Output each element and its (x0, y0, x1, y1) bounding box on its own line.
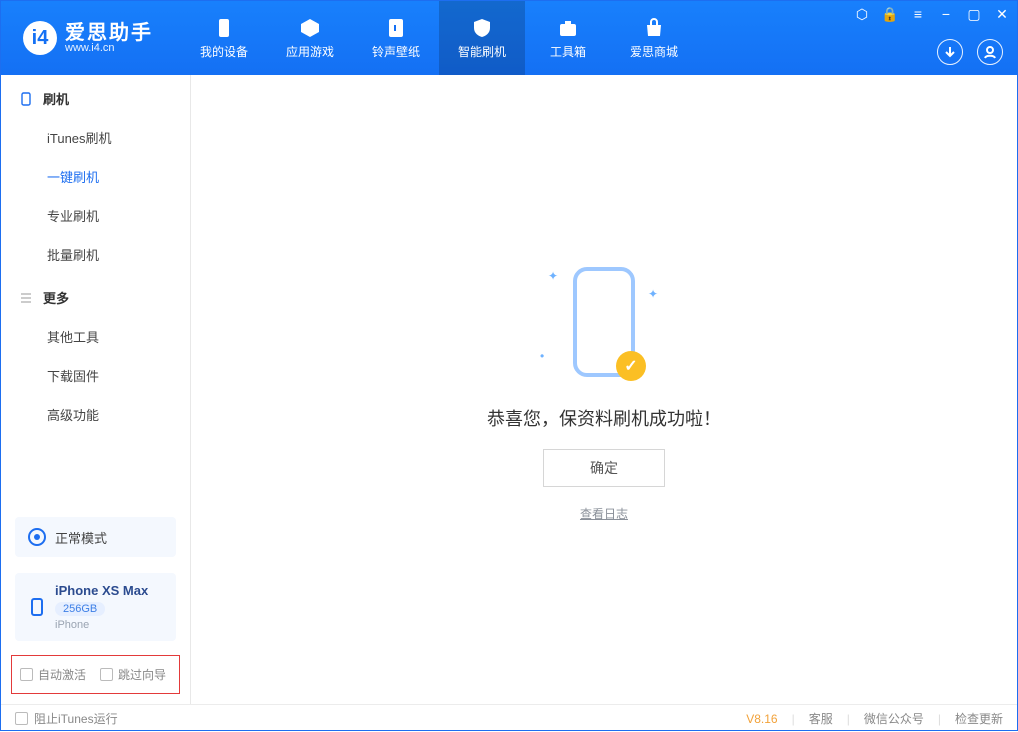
block-itunes-checkbox[interactable]: 阻止iTunes运行 (15, 710, 118, 727)
skip-guide-checkbox[interactable]: 跳过向导 (100, 666, 166, 683)
device-card[interactable]: iPhone XS Max 256GB iPhone (15, 573, 176, 641)
app-logo: i4 爱思助手 www.i4.cn (1, 1, 171, 75)
success-illustration: ✦ ✦ • ✓ (524, 257, 684, 387)
nav-flash[interactable]: 智能刷机 (439, 1, 525, 75)
ok-button[interactable]: 确定 (543, 449, 665, 487)
nav-ringtones[interactable]: 铃声壁纸 (353, 1, 439, 75)
window-controls: ⬡ 🔒 ≡ − ▢ ✕ (855, 7, 1009, 21)
checkbox-icon (100, 668, 113, 681)
lock-icon[interactable]: 🔒 (883, 7, 897, 21)
sidebar-group-more: 更多 (1, 274, 190, 317)
mode-card[interactable]: 正常模式 (15, 517, 176, 557)
close-icon[interactable]: ✕ (995, 7, 1009, 21)
top-nav: 我的设备 应用游戏 铃声壁纸 智能刷机 工具箱 爱思商城 (181, 1, 697, 75)
sparkle-icon: ✦ (648, 287, 658, 301)
shield-refresh-icon (471, 17, 493, 39)
device-type: iPhone (55, 619, 148, 631)
sparkle-icon: ✦ (548, 269, 558, 283)
device-name: iPhone XS Max (55, 583, 148, 598)
sidebar-item-download-firmware[interactable]: 下载固件 (1, 356, 190, 395)
nav-apps-games[interactable]: 应用游戏 (267, 1, 353, 75)
view-log-link[interactable]: 查看日志 (580, 505, 628, 522)
menu-icon[interactable]: ≡ (911, 7, 925, 21)
sidebar-item-itunes-flash[interactable]: iTunes刷机 (1, 118, 190, 157)
app-header: i4 爱思助手 www.i4.cn 我的设备 应用游戏 铃声壁纸 智能刷机 工具… (1, 1, 1017, 75)
sidebar-item-other-tools[interactable]: 其他工具 (1, 317, 190, 356)
nav-store[interactable]: 爱思商城 (611, 1, 697, 75)
mode-label: 正常模式 (55, 528, 107, 547)
app-url: www.i4.cn (65, 43, 153, 54)
logo-icon: i4 (23, 21, 57, 55)
app-name: 爱思助手 (65, 23, 153, 43)
sidebar-group-flash: 刷机 (1, 75, 190, 118)
phone-outline-icon (19, 92, 33, 106)
sidebar-item-batch-flash[interactable]: 批量刷机 (1, 235, 190, 274)
checkbox-icon (20, 668, 33, 681)
success-message: 恭喜您，保资料刷机成功啦！ (487, 405, 721, 431)
sidebar-item-pro-flash[interactable]: 专业刷机 (1, 196, 190, 235)
nav-toolbox[interactable]: 工具箱 (525, 1, 611, 75)
header-right-actions (937, 39, 1003, 65)
mode-icon (27, 527, 47, 547)
download-button[interactable] (937, 39, 963, 65)
shirt-icon[interactable]: ⬡ (855, 7, 869, 21)
list-icon (19, 291, 33, 305)
footer-link-wechat[interactable]: 微信公众号 (864, 710, 924, 727)
auto-activate-checkbox[interactable]: 自动激活 (20, 666, 86, 683)
sidebar: 刷机 iTunes刷机 一键刷机 专业刷机 批量刷机 更多 其他工具 下载固件 … (1, 75, 191, 704)
check-badge-icon: ✓ (616, 351, 646, 381)
user-button[interactable] (977, 39, 1003, 65)
sparkle-icon: • (540, 349, 544, 363)
checkbox-icon (15, 712, 28, 725)
sidebar-item-onekey-flash[interactable]: 一键刷机 (1, 157, 190, 196)
toolbox-icon (557, 17, 579, 39)
music-file-icon (385, 17, 407, 39)
main-content: ✦ ✦ • ✓ 恭喜您，保资料刷机成功啦！ 确定 查看日志 (191, 75, 1017, 704)
bottom-options-highlight: 自动激活 跳过向导 (11, 655, 180, 694)
device-icon (27, 597, 47, 617)
store-icon (643, 17, 665, 39)
user-icon (983, 45, 997, 59)
sidebar-item-advanced[interactable]: 高级功能 (1, 395, 190, 434)
footer-link-update[interactable]: 检查更新 (955, 710, 1003, 727)
download-icon (943, 45, 957, 59)
footer-link-support[interactable]: 客服 (809, 710, 833, 727)
status-bar: 阻止iTunes运行 V8.16 | 客服 | 微信公众号 | 检查更新 (1, 704, 1017, 732)
device-icon (213, 17, 235, 39)
cube-icon (299, 17, 321, 39)
maximize-icon[interactable]: ▢ (967, 7, 981, 21)
nav-my-device[interactable]: 我的设备 (181, 1, 267, 75)
version-label: V8.16 (746, 712, 777, 726)
device-storage: 256GB (55, 602, 105, 616)
minimize-icon[interactable]: − (939, 7, 953, 21)
